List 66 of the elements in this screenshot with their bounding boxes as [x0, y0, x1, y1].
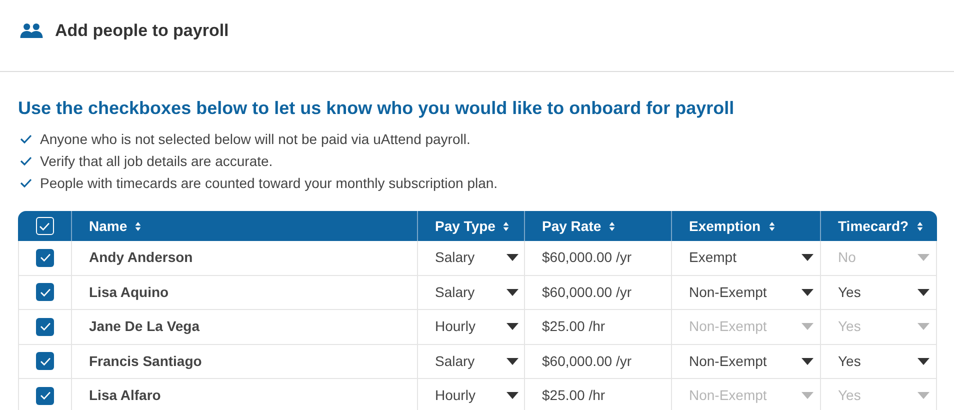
dropdown[interactable]: Yes: [821, 344, 936, 378]
dropdown[interactable]: Hourly: [418, 379, 524, 410]
checkmark-icon: [40, 356, 50, 366]
checkmark-icon: [40, 288, 50, 297]
checkbox[interactable]: [36, 283, 54, 302]
checkmark-icon: [40, 322, 50, 332]
caret-icon: [506, 288, 519, 296]
people-icon: [20, 23, 43, 38]
caret-icon: [917, 288, 930, 296]
caret-icon: [506, 323, 519, 330]
instruction-text: Verify that all job details are accurate.: [40, 152, 273, 171]
dropdown[interactable]: Exempt: [672, 241, 820, 274]
checkmark-icon: [40, 391, 50, 400]
caret-icon: [917, 254, 930, 262]
pay-rate: $25.00 /hr: [542, 386, 606, 406]
checkmark-icon: [40, 253, 50, 262]
caret-icon: [917, 392, 930, 400]
checkbox[interactable]: [36, 217, 54, 235]
check-icon: [20, 134, 32, 144]
caret-icon: [506, 392, 519, 400]
sort-icon[interactable]: [503, 222, 510, 230]
checkmark-icon: [39, 222, 50, 230]
column-header[interactable]: Exemption: [689, 216, 761, 236]
dropdown[interactable]: Yes: [821, 276, 936, 309]
dropdown[interactable]: Salary: [418, 241, 524, 274]
checkbox[interactable]: [36, 352, 54, 370]
employee-name: Andy Anderson: [89, 248, 193, 268]
pay-rate: $25.00 /hr: [542, 317, 606, 336]
employee-name: Lisa Aquino: [89, 282, 169, 302]
page-title: Add people to payroll: [55, 20, 229, 42]
column-header[interactable]: Timecard?: [838, 216, 909, 236]
instruction-text: People with timecards are counted toward your monthly subscription plan.: [40, 174, 498, 193]
employee-name: Francis Santiago: [89, 352, 202, 371]
dropdown[interactable]: Salary: [418, 276, 524, 309]
column-header[interactable]: Pay Rate: [542, 216, 602, 236]
caret-icon: [506, 358, 519, 365]
caret-icon: [506, 254, 519, 262]
instructions-heading: Use the checkboxes below to let us know who you would like to onboard for payroll: [18, 97, 736, 120]
sort-icon[interactable]: [768, 222, 775, 230]
caret-icon: [801, 358, 814, 365]
sort-icon[interactable]: [135, 222, 142, 230]
check-icon: [20, 178, 32, 188]
checkbox[interactable]: [36, 386, 54, 405]
column-header[interactable]: Name: [89, 216, 128, 236]
instruction-text: Anyone who is not selected below will not be paid via uAttend payroll.: [40, 130, 470, 149]
pay-rate: $60,000.00 /yr: [542, 352, 632, 371]
check-icon: [20, 156, 32, 166]
caret-icon: [917, 358, 930, 365]
dropdown[interactable]: Salary: [418, 344, 524, 378]
checkbox[interactable]: [36, 248, 54, 267]
dropdown[interactable]: Non-Exempt: [672, 344, 820, 378]
caret-icon: [801, 254, 814, 262]
employee-name: Lisa Alfaro: [89, 386, 161, 406]
caret-icon: [801, 392, 814, 400]
employee-name: Jane De La Vega: [89, 317, 200, 336]
pay-rate: $60,000.00 /yr: [542, 282, 632, 302]
caret-icon: [801, 288, 814, 296]
caret-icon: [801, 323, 814, 330]
checkbox[interactable]: [36, 318, 54, 336]
sort-icon[interactable]: [916, 222, 923, 230]
pay-rate: $60,000.00 /yr: [542, 248, 632, 268]
dropdown[interactable]: Non-Exempt: [672, 276, 820, 309]
caret-icon: [917, 323, 930, 330]
dropdown[interactable]: Hourly: [418, 310, 524, 344]
column-header[interactable]: Pay Type: [435, 216, 496, 236]
sort-icon[interactable]: [609, 222, 616, 230]
